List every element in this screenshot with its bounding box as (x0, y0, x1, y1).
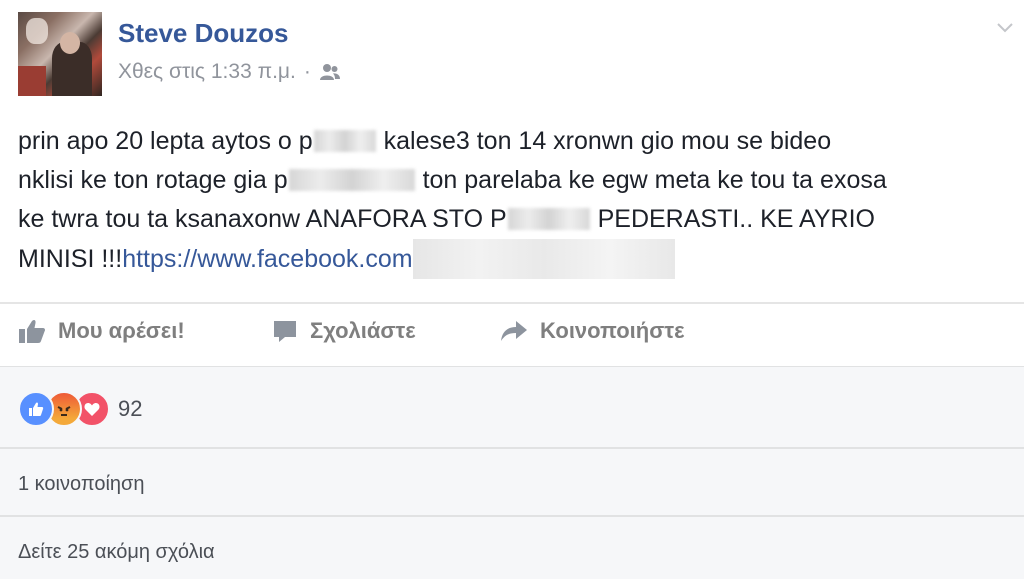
divider (0, 515, 1024, 517)
post-text: prin apo 20 lepta aytos o p kalese3 ton … (18, 122, 1018, 279)
facebook-post: Steve Douzos Χθες στις 1:33 π.μ. · prin … (0, 0, 1024, 579)
text-segment: ton parelaba ke egw meta ke tou ta exosa (422, 166, 887, 194)
like-label: Μου αρέσει! (58, 318, 185, 343)
censored-word (507, 208, 590, 230)
view-more-comments-link[interactable]: Δείτε 25 ακόμη σχόλια (18, 541, 215, 564)
post-footer: 92 1 κοινοποίηση Δείτε 25 ακόμη σχόλια (0, 366, 1024, 579)
text-segment: nklisi ke ton rotage gia p (18, 166, 288, 194)
meta-separator: · (303, 60, 311, 83)
share-icon (501, 321, 527, 341)
reactions-summary[interactable]: 92 (18, 391, 142, 427)
shares-count[interactable]: 1 κοινοποίηση (18, 473, 145, 496)
thumbs-up-icon (19, 319, 45, 343)
share-label: Κοινοποιήστε (540, 318, 685, 343)
censored-word (313, 130, 376, 152)
comment-icon (274, 321, 296, 342)
censored-link (412, 239, 675, 279)
post-text-line: prin apo 20 lepta aytos o p kalese3 ton … (18, 122, 1018, 161)
chevron-down-icon[interactable] (996, 20, 1014, 34)
avatar[interactable] (18, 12, 102, 96)
text-segment: ke twra tou ta ksanaxonw ANAFORA STO P (18, 205, 507, 233)
share-button[interactable]: Κοινοποιήστε (500, 318, 685, 344)
comment-button[interactable]: Σχολιάστε (272, 318, 416, 344)
post-text-line: ke twra tou ta ksanaxonw ANAFORA STO P P… (18, 200, 1018, 239)
action-bar: Μου αρέσει! Σχολιάστε Κοινοποιήστε (0, 304, 1024, 364)
author-name[interactable]: Steve Douzos (118, 18, 289, 49)
reaction-count: 92 (118, 396, 143, 421)
like-reaction-icon (18, 391, 54, 427)
post-timestamp[interactable]: Χθες στις 1:33 π.μ. (118, 60, 296, 84)
text-segment: PEDERASTI.. KE AYRIO (597, 205, 875, 233)
post-meta: Χθες στις 1:33 π.μ. · (118, 60, 341, 84)
text-segment: prin apo 20 lepta aytos o p (18, 127, 313, 155)
censored-word (288, 169, 415, 191)
text-segment: MINISI !!! (18, 245, 123, 273)
friends-icon[interactable] (319, 63, 341, 81)
text-segment: kalese3 ton 14 xronwn gio mou se bideo (383, 127, 832, 155)
divider (0, 447, 1024, 449)
comment-label: Σχολιάστε (310, 318, 416, 343)
post-text-line: MINISI !!!https://www.facebook.com (18, 239, 1018, 279)
like-button[interactable]: Μου αρέσει! (18, 318, 185, 344)
post-text-line: nklisi ke ton rotage gia p ton parelaba … (18, 161, 1018, 200)
post-link[interactable]: https://www.facebook.com (122, 245, 412, 273)
